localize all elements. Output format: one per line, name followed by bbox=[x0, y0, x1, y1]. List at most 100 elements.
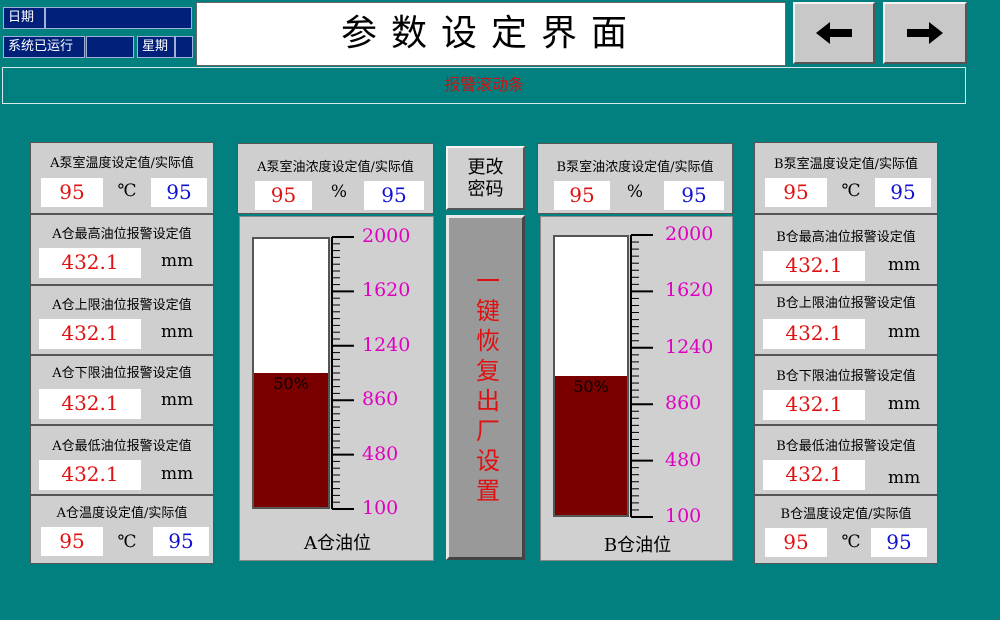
runtime-label: 系统已运行 bbox=[3, 36, 85, 58]
a-level-fill bbox=[254, 373, 328, 507]
b-pump-temp-actual: 95 bbox=[875, 178, 931, 207]
b-upper-level-unit: mm bbox=[888, 322, 921, 342]
change-password-label: 更改密码 bbox=[467, 157, 504, 200]
b-tank-temp-actual: 95 bbox=[871, 528, 927, 557]
a-lower-level-unit: mm bbox=[161, 390, 194, 410]
b-max-level-unit: mm bbox=[888, 255, 921, 275]
scale-tick-label: 860 bbox=[362, 388, 399, 411]
b-lower-level-input[interactable]: 432.1 bbox=[763, 390, 865, 420]
b-pump-temp-label: B泵室温度设定值/实际值 bbox=[774, 157, 918, 172]
a-lower-level-label: A仓下限油位报警设定值 bbox=[52, 366, 192, 381]
b-level-scale bbox=[630, 234, 653, 518]
b-level-fill bbox=[555, 376, 627, 515]
b-max-level-label: B仓最高油位报警设定值 bbox=[776, 230, 916, 245]
b-lower-level-panel: B仓下限油位报警设定值 432.1 mm bbox=[754, 355, 938, 425]
a-tank-temp-label: A仓温度设定值/实际值 bbox=[56, 506, 188, 521]
b-tank-temp-unit: ℃ bbox=[841, 532, 861, 552]
b-level-caption: B仓油位 bbox=[603, 535, 672, 556]
weekday-label: 星期 bbox=[137, 36, 175, 58]
a-oil-conc-label: A泵室油浓度设定值/实际值 bbox=[257, 160, 414, 175]
a-oil-conc-set-input[interactable]: 95 bbox=[255, 181, 312, 210]
b-pump-temp-unit: ℃ bbox=[841, 181, 861, 201]
a-upper-level-label: A仓上限油位报警设定值 bbox=[52, 298, 192, 313]
b-oil-conc-panel: B泵室油浓度设定值/实际值 95 % 95 bbox=[537, 143, 733, 214]
b-upper-level-panel: B仓上限油位报警设定值 432.1 mm bbox=[754, 285, 938, 355]
b-min-level-panel: B仓最低油位报警设定值 432.1 mm bbox=[754, 425, 938, 495]
a-pump-temp-set-input[interactable]: 95 bbox=[41, 178, 103, 207]
next-page-button[interactable] bbox=[883, 2, 967, 64]
a-max-level-unit: mm bbox=[161, 251, 194, 271]
scale-tick-label: 480 bbox=[362, 442, 399, 465]
a-oil-conc-actual: 95 bbox=[364, 181, 424, 210]
b-max-level-input[interactable]: 432.1 bbox=[763, 251, 865, 281]
a-upper-level-input[interactable]: 432.1 bbox=[39, 319, 141, 349]
b-oil-conc-unit: % bbox=[626, 182, 644, 202]
arrow-right-icon bbox=[907, 22, 943, 44]
scale-tick-label: 1620 bbox=[665, 279, 714, 302]
a-oil-conc-panel: A泵室油浓度设定值/实际值 95 % 95 bbox=[237, 143, 434, 214]
a-tank-temp-set-input[interactable]: 95 bbox=[41, 527, 103, 556]
scale-tick-label: 2000 bbox=[362, 225, 411, 247]
scale-tick-label: 100 bbox=[665, 505, 702, 527]
b-max-level-panel: B仓最高油位报警设定值 432.1 mm bbox=[754, 214, 938, 285]
scale-tick-label: 860 bbox=[665, 392, 702, 415]
scale-tick-label: 1620 bbox=[362, 279, 411, 302]
b-pump-temp-panel: B泵室温度设定值/实际值 95 ℃ 95 bbox=[754, 142, 938, 214]
a-level-percent: 50% bbox=[273, 374, 309, 393]
scale-tick-label: 100 bbox=[362, 497, 399, 519]
factory-reset-label: 一键恢复出厂设置 bbox=[471, 267, 500, 508]
b-tank-temp-label: B仓温度设定值/实际值 bbox=[780, 507, 912, 522]
prev-page-button[interactable] bbox=[793, 2, 875, 64]
a-level-scale bbox=[331, 236, 354, 510]
b-level-gauge: 50% 2000 1620 1240 860 480 100 B仓油位 bbox=[540, 216, 733, 561]
a-max-level-input[interactable]: 432.1 bbox=[39, 248, 141, 278]
a-min-level-panel: A仓最低油位报警设定值 432.1 mm bbox=[30, 425, 214, 495]
a-tank-temp-panel: A仓温度设定值/实际值 95 ℃ 95 bbox=[30, 495, 214, 564]
a-pump-temp-panel: A泵室温度设定值/实际值 95 ℃ 95 bbox=[30, 142, 214, 214]
runtime-value bbox=[86, 36, 134, 58]
a-tank-temp-actual: 95 bbox=[153, 527, 209, 556]
alarm-marquee: 报警滚动条 bbox=[2, 67, 966, 104]
a-oil-conc-unit: % bbox=[330, 182, 348, 202]
a-min-level-input[interactable]: 432.1 bbox=[39, 460, 141, 490]
a-max-level-label: A仓最高油位报警设定值 bbox=[52, 227, 192, 242]
b-pump-temp-set-input[interactable]: 95 bbox=[765, 178, 827, 207]
b-tank-temp-panel: B仓温度设定值/实际值 95 ℃ 95 bbox=[754, 495, 938, 564]
b-oil-conc-actual: 95 bbox=[664, 181, 724, 210]
a-level-gauge: 50% 2000 1620 1240 860 480 100 A仓油位 bbox=[239, 216, 434, 561]
date-value bbox=[45, 7, 192, 29]
arrow-left-icon bbox=[816, 22, 852, 44]
a-pump-temp-label: A泵室温度设定值/实际值 bbox=[50, 156, 194, 171]
b-upper-level-label: B仓上限油位报警设定值 bbox=[776, 296, 916, 311]
page-title: 参数设定界面 bbox=[196, 2, 786, 66]
a-min-level-label: A仓最低油位报警设定值 bbox=[52, 439, 192, 454]
date-label: 日期 bbox=[3, 7, 45, 29]
scale-tick-label: 1240 bbox=[362, 333, 411, 356]
change-password-button[interactable]: 更改密码 bbox=[446, 146, 525, 210]
b-oil-conc-label: B泵室油浓度设定值/实际值 bbox=[556, 160, 714, 175]
b-level-tank: 50% bbox=[553, 235, 629, 517]
a-lower-level-panel: A仓下限油位报警设定值 432.1 mm bbox=[30, 355, 214, 425]
b-lower-level-label: B仓下限油位报警设定值 bbox=[776, 369, 916, 384]
b-level-percent: 50% bbox=[573, 377, 609, 396]
b-upper-level-input[interactable]: 432.1 bbox=[763, 319, 865, 349]
a-min-level-unit: mm bbox=[161, 464, 194, 484]
a-level-tank: 50% bbox=[252, 237, 330, 509]
scale-tick-label: 480 bbox=[665, 448, 702, 471]
a-pump-temp-actual: 95 bbox=[151, 178, 207, 207]
a-upper-level-panel: A仓上限油位报警设定值 432.1 mm bbox=[30, 285, 214, 355]
b-lower-level-unit: mm bbox=[888, 394, 921, 414]
b-oil-conc-set-input[interactable]: 95 bbox=[554, 181, 610, 210]
a-tank-temp-unit: ℃ bbox=[117, 532, 137, 552]
b-min-level-label: B仓最低油位报警设定值 bbox=[776, 439, 916, 454]
b-tank-temp-set-input[interactable]: 95 bbox=[765, 528, 827, 557]
factory-reset-button[interactable]: 一键恢复出厂设置 bbox=[446, 215, 525, 560]
a-lower-level-input[interactable]: 432.1 bbox=[39, 389, 141, 419]
a-pump-temp-unit: ℃ bbox=[117, 181, 137, 201]
b-min-level-unit: mm bbox=[888, 468, 921, 488]
scale-tick-label: 1240 bbox=[665, 335, 714, 358]
b-min-level-input[interactable]: 432.1 bbox=[763, 460, 865, 490]
weekday-value bbox=[175, 36, 193, 58]
scale-tick-label: 2000 bbox=[665, 223, 714, 245]
a-level-caption: A仓油位 bbox=[304, 533, 371, 554]
